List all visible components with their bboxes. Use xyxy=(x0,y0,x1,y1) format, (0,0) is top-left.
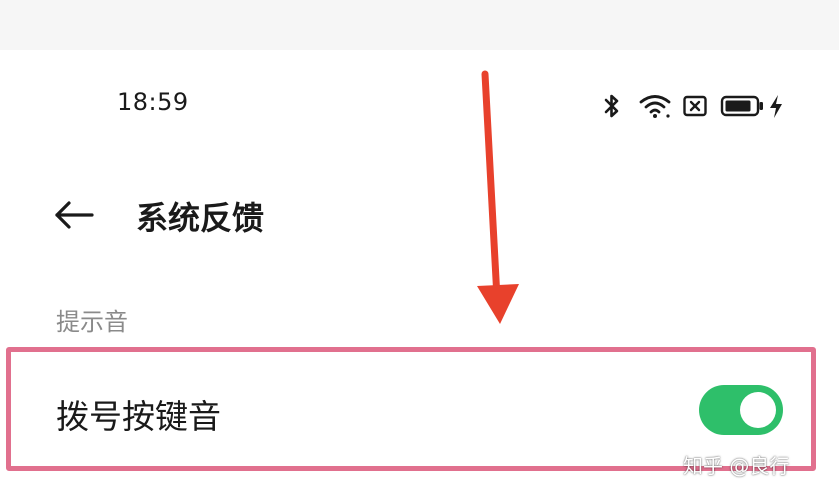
setting-label: 拨号按键音 xyxy=(56,397,221,436)
dialpad-tone-toggle[interactable] xyxy=(699,385,783,435)
status-time: 18:59 xyxy=(117,88,189,116)
section-header-sounds: 提示音 xyxy=(56,308,128,336)
nav-bar: 系统反馈 xyxy=(0,185,839,245)
toggle-knob xyxy=(740,392,776,428)
annotation-arrow xyxy=(477,70,519,324)
status-bar: 18:59 xyxy=(0,80,839,130)
battery-icon xyxy=(720,95,763,117)
watermark: 知乎 @良行 xyxy=(683,454,790,478)
charging-icon xyxy=(770,95,782,118)
top-band xyxy=(0,0,839,50)
back-button[interactable] xyxy=(50,195,98,235)
setting-row-dialpad-tone[interactable]: 拨号按键音 xyxy=(11,352,811,466)
back-arrow-icon xyxy=(55,201,94,229)
page-title: 系统反馈 xyxy=(136,199,265,237)
wifi-icon xyxy=(639,95,671,118)
sim-blocked-icon xyxy=(683,95,707,117)
bluetooth-icon xyxy=(604,94,619,118)
